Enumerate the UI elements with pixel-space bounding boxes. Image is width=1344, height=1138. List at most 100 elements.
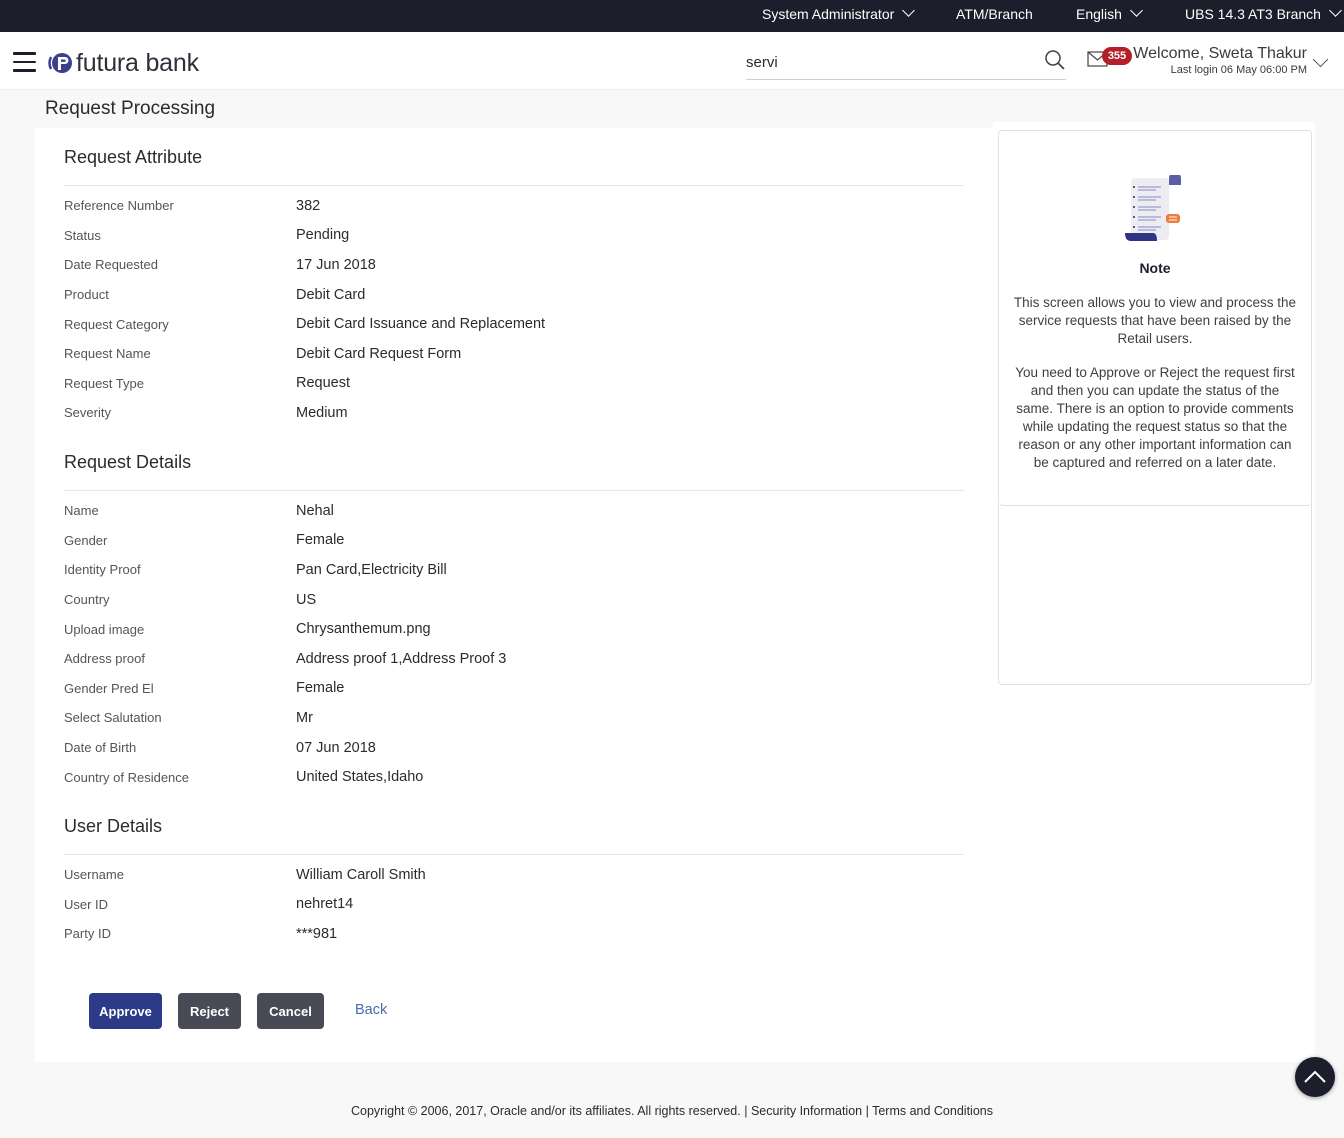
search-icon[interactable]: [1044, 49, 1066, 71]
footer-separator: |: [862, 1104, 873, 1118]
security-information-link[interactable]: Security Information: [751, 1104, 862, 1118]
role-selector[interactable]: System Administrator: [762, 0, 916, 32]
detail-label: User ID: [64, 896, 109, 912]
detail-row: Request Type Request: [64, 369, 964, 399]
terms-and-conditions-link[interactable]: Terms and Conditions: [872, 1104, 993, 1118]
role-label: System Administrator: [762, 6, 895, 22]
detail-row: Country US: [64, 585, 964, 615]
detail-value: Pan Card,Electricity Bill: [296, 561, 447, 578]
detail-label: Date of Birth: [64, 740, 137, 756]
section-request-attribute: Request Attribute Reference Number 382 Sta…: [64, 147, 964, 428]
atm-branch-link[interactable]: ATM/Branch: [956, 0, 1033, 32]
detail-value: Debit Card: [296, 286, 366, 303]
detail-label: Address proof: [64, 651, 145, 667]
detail-value: 382: [296, 197, 321, 214]
detail-list: Reference Number 382 Status Pending Date Req…: [64, 191, 964, 428]
detail-row: Severity Medium: [64, 398, 964, 428]
detail-row: Date of Birth 07 Jun 2018: [64, 733, 964, 763]
detail-row: Party ID ***981: [64, 919, 964, 949]
user-menu[interactable]: Welcome, Sweta Thakur Last login 06 May …: [1133, 45, 1307, 76]
footer: Copyright © 2006, 2017, Oracle and/or it…: [0, 1104, 1344, 1118]
detail-value: Pending: [296, 227, 350, 244]
detail-label: Severity: [64, 405, 111, 421]
detail-label: Upload image: [64, 621, 145, 637]
brand-logo[interactable]: futura bank: [47, 49, 199, 77]
detail-row: Gender Pred El Female: [64, 674, 964, 704]
detail-value: nehret14: [296, 896, 354, 913]
note-paragraph: You need to Approve or Reject the reques…: [1015, 365, 1295, 470]
detail-label: Party ID: [64, 926, 111, 942]
section-request-details: Request Details Name Nehal Gender Female Ide…: [64, 452, 964, 792]
detail-value: Female: [296, 532, 345, 549]
note-text: This screen allows you to view and proce…: [1013, 294, 1297, 472]
top-bar: System Administrator ATM/Branch English …: [0, 0, 1344, 32]
detail-value: Mr: [296, 709, 313, 726]
entity-label: UBS 14.3 AT3 Branch: [1185, 6, 1321, 22]
detail-value: ***981: [296, 925, 338, 942]
detail-row: Date Requested 17 Jun 2018: [64, 250, 964, 280]
detail-value: William Caroll Smith: [296, 866, 426, 883]
search-box: [746, 44, 1066, 80]
detail-value: Debit Card Request Form: [296, 345, 462, 362]
section-title: Request Details: [64, 452, 192, 472]
divider: [64, 490, 964, 491]
detail-value: Medium: [296, 404, 348, 421]
section-title: User Details: [64, 816, 163, 836]
detail-label: Select Salutation: [64, 710, 162, 726]
detail-row: Country of Residence United States,Idaho: [64, 762, 964, 792]
detail-label: Name: [64, 503, 99, 519]
search-input[interactable]: [746, 44, 1026, 78]
detail-row: Gender Female: [64, 526, 964, 556]
header: futura bank 355 Welcome, Sweta Thakur La…: [0, 32, 1344, 90]
detail-row: Select Salutation Mr: [64, 703, 964, 733]
detail-label: Gender: [64, 532, 108, 548]
page-title: Request Processing: [45, 98, 216, 119]
brand-name: futura bank: [76, 48, 199, 77]
approve-button[interactable]: Approve: [89, 993, 162, 1029]
detail-row: Status Pending: [64, 221, 964, 251]
hamburger-menu-icon[interactable]: [13, 52, 36, 72]
detail-list: Username William Caroll Smith User ID nehre…: [64, 860, 964, 949]
chevron-down-icon[interactable]: [1312, 51, 1329, 68]
last-login-text: Last login 06 May 06:00 PM: [1170, 64, 1307, 76]
detail-value: Female: [296, 680, 345, 697]
detail-label: Product: [64, 287, 109, 303]
detail-label: Username: [64, 867, 124, 883]
chevron-down-icon: [1130, 4, 1143, 17]
detail-row: Address proof Address proof 1,Address Pro…: [64, 644, 964, 674]
detail-value: 07 Jun 2018: [296, 739, 376, 756]
note-content: Note This screen allows you to view and …: [999, 131, 1311, 506]
note-title: Note: [1139, 260, 1171, 276]
scroll-to-top-button[interactable]: [1295, 1057, 1335, 1097]
footer-separator: |: [740, 1104, 751, 1118]
note-card: Note This screen allows you to view and …: [998, 130, 1312, 685]
note-scroll-icon: [1125, 175, 1181, 241]
language-label: English: [1076, 6, 1122, 22]
futura-logo-icon: [48, 53, 72, 73]
mail-count-badge[interactable]: 355: [1102, 47, 1132, 65]
reject-button[interactable]: Reject: [178, 993, 241, 1029]
divider: [64, 185, 964, 186]
detail-list: Name Nehal Gender Female Identity Proof Pan C…: [64, 496, 964, 792]
detail-row: Upload image Chrysanthemum.png: [64, 614, 964, 644]
entity-selector[interactable]: UBS 14.3 AT3 Branch: [1185, 0, 1342, 32]
cancel-button[interactable]: Cancel: [257, 993, 324, 1029]
note-paragraph: This screen allows you to view and proce…: [1013, 295, 1297, 346]
detail-label: Date Requested: [64, 257, 158, 273]
detail-value: United States,Idaho: [296, 769, 424, 786]
detail-row: User ID nehret14: [64, 890, 964, 920]
atm-branch-label: ATM/Branch: [956, 6, 1033, 22]
detail-label: Request Type: [64, 375, 144, 391]
detail-label: Country: [64, 592, 110, 608]
detail-label: Identity Proof: [64, 562, 141, 578]
detail-label: Reference Number: [64, 198, 174, 214]
chevron-down-icon: [902, 4, 916, 17]
detail-value: Address proof 1,Address Proof 3: [296, 650, 507, 667]
detail-row: Name Nehal: [64, 496, 964, 526]
back-link[interactable]: Back: [355, 1002, 387, 1018]
detail-label: Request Category: [64, 316, 169, 332]
detail-value: Chrysanthemum.png: [296, 621, 431, 638]
section-title: Request Attribute: [64, 147, 203, 167]
language-selector[interactable]: English: [1076, 0, 1143, 32]
chevron-up-icon: [1304, 1070, 1326, 1083]
